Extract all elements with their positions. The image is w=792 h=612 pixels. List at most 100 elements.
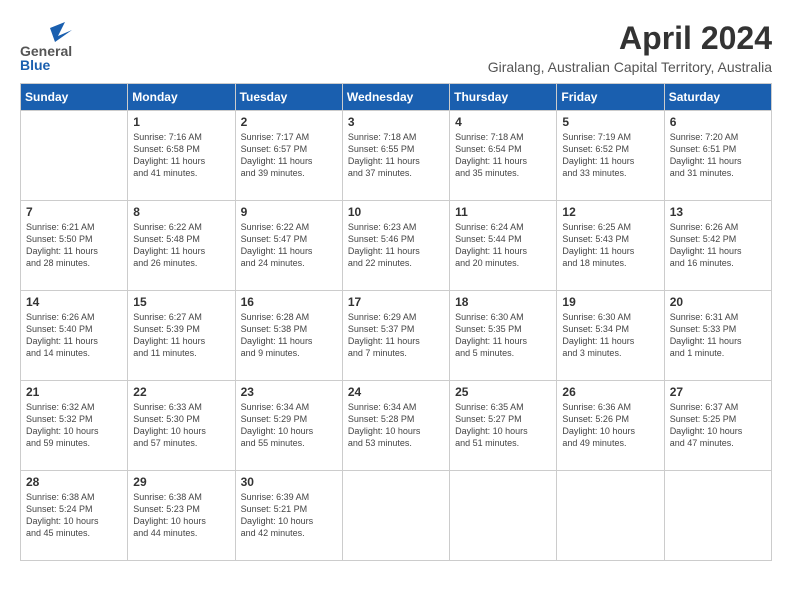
day-info: Sunrise: 6:26 AMSunset: 5:42 PMDaylight:…	[670, 221, 766, 270]
week-row-3: 14 Sunrise: 6:26 AMSunset: 5:40 PMDayligh…	[21, 291, 772, 381]
day-number: 26	[562, 385, 658, 399]
calendar-cell: 11 Sunrise: 6:24 AMSunset: 5:44 PMDayligh…	[450, 201, 557, 291]
day-number: 6	[670, 115, 766, 129]
day-info: Sunrise: 6:38 AMSunset: 5:23 PMDaylight:…	[133, 491, 229, 540]
header: General Blue April 2024 Giralang, Austra…	[20, 20, 772, 75]
calendar-cell: 4Sunrise: 7:18 AMSunset: 6:54 PMDaylight…	[450, 111, 557, 201]
day-number: 17	[348, 295, 444, 309]
week-row-5: 28 Sunrise: 6:38 AMSunset: 5:24 PMDayligh…	[21, 471, 772, 561]
logo-svg: General Blue	[20, 20, 110, 70]
day-info: Sunrise: 6:25 AMSunset: 5:43 PMDaylight:…	[562, 221, 658, 270]
day-info: Sunrise: 6:33 AMSunset: 5:30 PMDaylight:…	[133, 401, 229, 450]
calendar-cell: 12Sunrise: 6:25 AMSunset: 5:43 PMDayligh…	[557, 201, 664, 291]
logo: General Blue	[20, 20, 110, 70]
calendar-cell	[450, 471, 557, 561]
header-friday: Friday	[557, 84, 664, 111]
header-wednesday: Wednesday	[342, 84, 449, 111]
calendar-cell: 27Sunrise: 6:37 AMSunset: 5:25 PMDayligh…	[664, 381, 771, 471]
day-number: 21	[26, 385, 122, 399]
calendar-cell: 6 Sunrise: 7:20 AMSunset: 6:51 PMDaylight…	[664, 111, 771, 201]
day-number: 29	[133, 475, 229, 489]
day-number: 11	[455, 205, 551, 219]
day-number: 19	[562, 295, 658, 309]
calendar-cell: 2 Sunrise: 7:17 AMSunset: 6:57 PMDaylight…	[235, 111, 342, 201]
day-info: Sunrise: 6:27 AMSunset: 5:39 PMDaylight:…	[133, 311, 229, 360]
day-number: 3	[348, 115, 444, 129]
calendar-cell: 24 Sunrise: 6:34 AMSunset: 5:28 PMDayligh…	[342, 381, 449, 471]
day-number: 9	[241, 205, 337, 219]
calendar-cell: 29 Sunrise: 6:38 AMSunset: 5:23 PMDayligh…	[128, 471, 235, 561]
day-info: Sunrise: 6:22 AMSunset: 5:48 PMDaylight:…	[133, 221, 229, 270]
day-number: 16	[241, 295, 337, 309]
day-info: Sunrise: 7:19 AMSunset: 6:52 PMDaylight:…	[562, 131, 658, 180]
calendar-cell: 18 Sunrise: 6:30 AMSunset: 5:35 PMDayligh…	[450, 291, 557, 381]
day-number: 28	[26, 475, 122, 489]
day-number: 30	[241, 475, 337, 489]
calendar-cell: 10 Sunrise: 6:23 AMSunset: 5:46 PMDayligh…	[342, 201, 449, 291]
calendar-cell: 21 Sunrise: 6:32 AMSunset: 5:32 PMDayligh…	[21, 381, 128, 471]
day-number: 18	[455, 295, 551, 309]
calendar-cell: 26 Sunrise: 6:36 AMSunset: 5:26 PMDayligh…	[557, 381, 664, 471]
calendar-cell: 9 Sunrise: 6:22 AMSunset: 5:47 PMDaylight…	[235, 201, 342, 291]
day-info: Sunrise: 6:36 AMSunset: 5:26 PMDaylight:…	[562, 401, 658, 450]
day-number: 5	[562, 115, 658, 129]
calendar-cell: 8Sunrise: 6:22 AMSunset: 5:48 PMDaylight…	[128, 201, 235, 291]
day-info: Sunrise: 6:35 AMSunset: 5:27 PMDaylight:…	[455, 401, 551, 450]
days-header-row: SundayMondayTuesdayWednesdayThursdayFrid…	[21, 84, 772, 111]
calendar-cell: 30Sunrise: 6:39 AMSunset: 5:21 PMDayligh…	[235, 471, 342, 561]
week-row-2: 7Sunrise: 6:21 AMSunset: 5:50 PMDaylight…	[21, 201, 772, 291]
day-number: 20	[670, 295, 766, 309]
calendar-cell: 16 Sunrise: 6:28 AMSunset: 5:38 PMDayligh…	[235, 291, 342, 381]
day-info: Sunrise: 6:38 AMSunset: 5:24 PMDaylight:…	[26, 491, 122, 540]
calendar-cell: 17 Sunrise: 6:29 AMSunset: 5:37 PMDayligh…	[342, 291, 449, 381]
calendar-cell	[342, 471, 449, 561]
header-sunday: Sunday	[21, 84, 128, 111]
day-info: Sunrise: 6:29 AMSunset: 5:37 PMDaylight:…	[348, 311, 444, 360]
calendar-cell: 25 Sunrise: 6:35 AMSunset: 5:27 PMDayligh…	[450, 381, 557, 471]
day-number: 25	[455, 385, 551, 399]
calendar-cell	[21, 111, 128, 201]
day-info: Sunrise: 6:22 AMSunset: 5:47 PMDaylight:…	[241, 221, 337, 270]
calendar-table: SundayMondayTuesdayWednesdayThursdayFrid…	[20, 83, 772, 561]
day-info: Sunrise: 6:30 AMSunset: 5:35 PMDaylight:…	[455, 311, 551, 360]
svg-text:Blue: Blue	[20, 57, 51, 70]
calendar-cell: 20 Sunrise: 6:31 AMSunset: 5:33 PMDayligh…	[664, 291, 771, 381]
calendar-cell: 22Sunrise: 6:33 AMSunset: 5:30 PMDayligh…	[128, 381, 235, 471]
day-info: Sunrise: 6:30 AMSunset: 5:34 PMDaylight:…	[562, 311, 658, 360]
day-info: Sunrise: 7:18 AMSunset: 6:54 PMDaylight:…	[455, 131, 551, 180]
day-info: Sunrise: 6:28 AMSunset: 5:38 PMDaylight:…	[241, 311, 337, 360]
calendar-cell: 5 Sunrise: 7:19 AMSunset: 6:52 PMDaylight…	[557, 111, 664, 201]
calendar-cell: 28 Sunrise: 6:38 AMSunset: 5:24 PMDayligh…	[21, 471, 128, 561]
calendar-cell: 15 Sunrise: 6:27 AMSunset: 5:39 PMDayligh…	[128, 291, 235, 381]
calendar-cell: 7Sunrise: 6:21 AMSunset: 5:50 PMDaylight…	[21, 201, 128, 291]
day-number: 1	[133, 115, 229, 129]
header-saturday: Saturday	[664, 84, 771, 111]
day-info: Sunrise: 6:24 AMSunset: 5:44 PMDaylight:…	[455, 221, 551, 270]
week-row-1: 1 Sunrise: 7:16 AMSunset: 6:58 PMDaylight…	[21, 111, 772, 201]
day-info: Sunrise: 6:31 AMSunset: 5:33 PMDaylight:…	[670, 311, 766, 360]
header-thursday: Thursday	[450, 84, 557, 111]
day-info: Sunrise: 6:23 AMSunset: 5:46 PMDaylight:…	[348, 221, 444, 270]
day-number: 10	[348, 205, 444, 219]
month-title: April 2024	[488, 20, 772, 57]
day-number: 24	[348, 385, 444, 399]
calendar-cell: 23Sunrise: 6:34 AMSunset: 5:29 PMDayligh…	[235, 381, 342, 471]
day-number: 13	[670, 205, 766, 219]
title-block: April 2024 Giralang, Australian Capital …	[488, 20, 772, 75]
day-info: Sunrise: 6:34 AMSunset: 5:29 PMDaylight:…	[241, 401, 337, 450]
calendar-cell: 1 Sunrise: 7:16 AMSunset: 6:58 PMDaylight…	[128, 111, 235, 201]
day-number: 15	[133, 295, 229, 309]
day-info: Sunrise: 7:16 AMSunset: 6:58 PMDaylight:…	[133, 131, 229, 180]
day-info: Sunrise: 7:20 AMSunset: 6:51 PMDaylight:…	[670, 131, 766, 180]
day-info: Sunrise: 6:26 AMSunset: 5:40 PMDaylight:…	[26, 311, 122, 360]
day-info: Sunrise: 6:34 AMSunset: 5:28 PMDaylight:…	[348, 401, 444, 450]
day-info: Sunrise: 6:37 AMSunset: 5:25 PMDaylight:…	[670, 401, 766, 450]
day-info: Sunrise: 7:17 AMSunset: 6:57 PMDaylight:…	[241, 131, 337, 180]
calendar-cell: 13 Sunrise: 6:26 AMSunset: 5:42 PMDayligh…	[664, 201, 771, 291]
day-info: Sunrise: 6:32 AMSunset: 5:32 PMDaylight:…	[26, 401, 122, 450]
week-row-4: 21 Sunrise: 6:32 AMSunset: 5:32 PMDayligh…	[21, 381, 772, 471]
calendar-cell: 3Sunrise: 7:18 AMSunset: 6:55 PMDaylight…	[342, 111, 449, 201]
calendar-cell: 14 Sunrise: 6:26 AMSunset: 5:40 PMDayligh…	[21, 291, 128, 381]
day-number: 14	[26, 295, 122, 309]
day-number: 2	[241, 115, 337, 129]
